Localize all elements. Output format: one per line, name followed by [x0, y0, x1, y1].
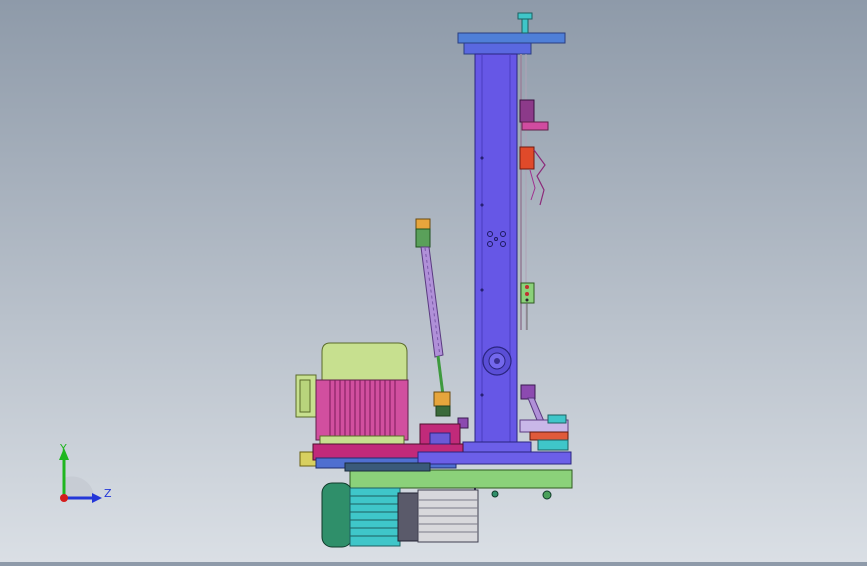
cad-viewport[interactable]	[0, 0, 867, 562]
column-assembly[interactable]	[457, 12, 566, 455]
cylinder-cap	[415, 228, 431, 248]
z-axis-label: Z	[104, 487, 112, 500]
gear-motor-body	[349, 487, 401, 547]
cylinder-rod	[436, 355, 445, 396]
sensor-cable	[533, 149, 546, 206]
top-knob-stem	[521, 18, 529, 34]
y-axis-label: Y	[59, 442, 67, 455]
gear-motor-end-cap	[321, 482, 353, 548]
top-cap-plate	[457, 32, 566, 44]
x-axis-dot	[60, 494, 68, 502]
gear-motor[interactable]	[321, 482, 479, 548]
cylinder-rod-end	[433, 391, 451, 407]
triad-plane	[64, 476, 94, 498]
top-knob	[517, 12, 533, 20]
sensor-block-red	[519, 146, 535, 170]
orientation-triad: Y Z	[46, 440, 116, 510]
pneumatic-cylinder[interactable]	[415, 218, 469, 429]
sensor-block-top	[519, 99, 535, 123]
cad-model-view[interactable]	[0, 0, 867, 562]
lower-frame	[349, 469, 573, 489]
z-axis-head	[92, 493, 102, 503]
motor-fan-cover	[321, 342, 408, 381]
cylinder-top-clevis	[415, 218, 431, 230]
cross-beam	[417, 451, 572, 465]
right-rod-assembly[interactable]	[519, 54, 549, 330]
motor-foot	[319, 435, 405, 445]
sensor-bracket	[521, 121, 549, 131]
right-gear-mechanism[interactable]	[519, 384, 569, 451]
top-block	[463, 42, 532, 55]
sprocket	[537, 439, 569, 451]
drive-motor[interactable]	[295, 342, 409, 445]
vertical-column	[474, 53, 518, 445]
